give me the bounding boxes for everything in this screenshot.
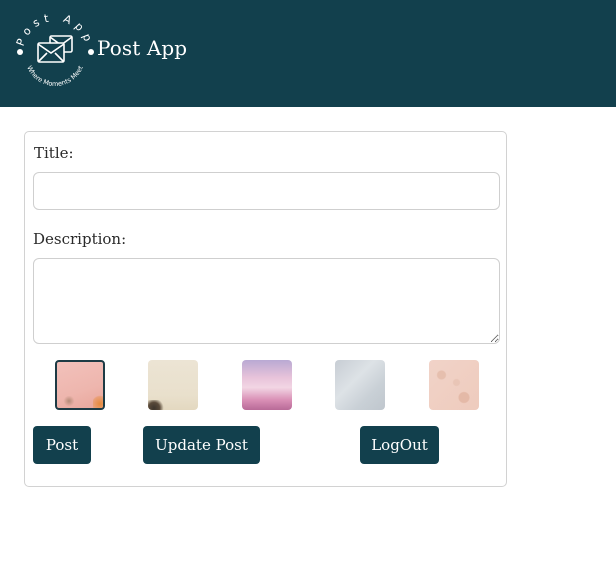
post-form-card: Title: Description: Post Update Post Log… <box>24 131 507 487</box>
title-input[interactable] <box>33 172 500 210</box>
post-button[interactable]: Post <box>33 426 91 464</box>
envelope-icon <box>37 35 73 63</box>
background-option-lavender-pink[interactable] <box>242 360 292 410</box>
description-label: Description: <box>33 230 127 248</box>
app-logo: Post App Where Moments Meet <box>14 12 94 88</box>
description-textarea[interactable] <box>33 258 500 344</box>
app-title: Post App <box>97 36 188 60</box>
background-option-cream[interactable] <box>148 360 198 410</box>
update-post-button[interactable]: Update Post <box>143 426 260 464</box>
logout-button[interactable]: LogOut <box>360 426 439 464</box>
background-option-peach[interactable] <box>429 360 479 410</box>
background-option-gray-blue[interactable] <box>335 360 385 410</box>
logo-tagline: Where Moments Meet <box>25 64 85 88</box>
svg-text:Where Moments Meet: Where Moments Meet <box>25 64 85 88</box>
background-option-pink[interactable] <box>55 360 105 410</box>
title-label: Title: <box>34 144 74 162</box>
app-header: Post App Where Moments Meet Post App <box>0 0 616 107</box>
